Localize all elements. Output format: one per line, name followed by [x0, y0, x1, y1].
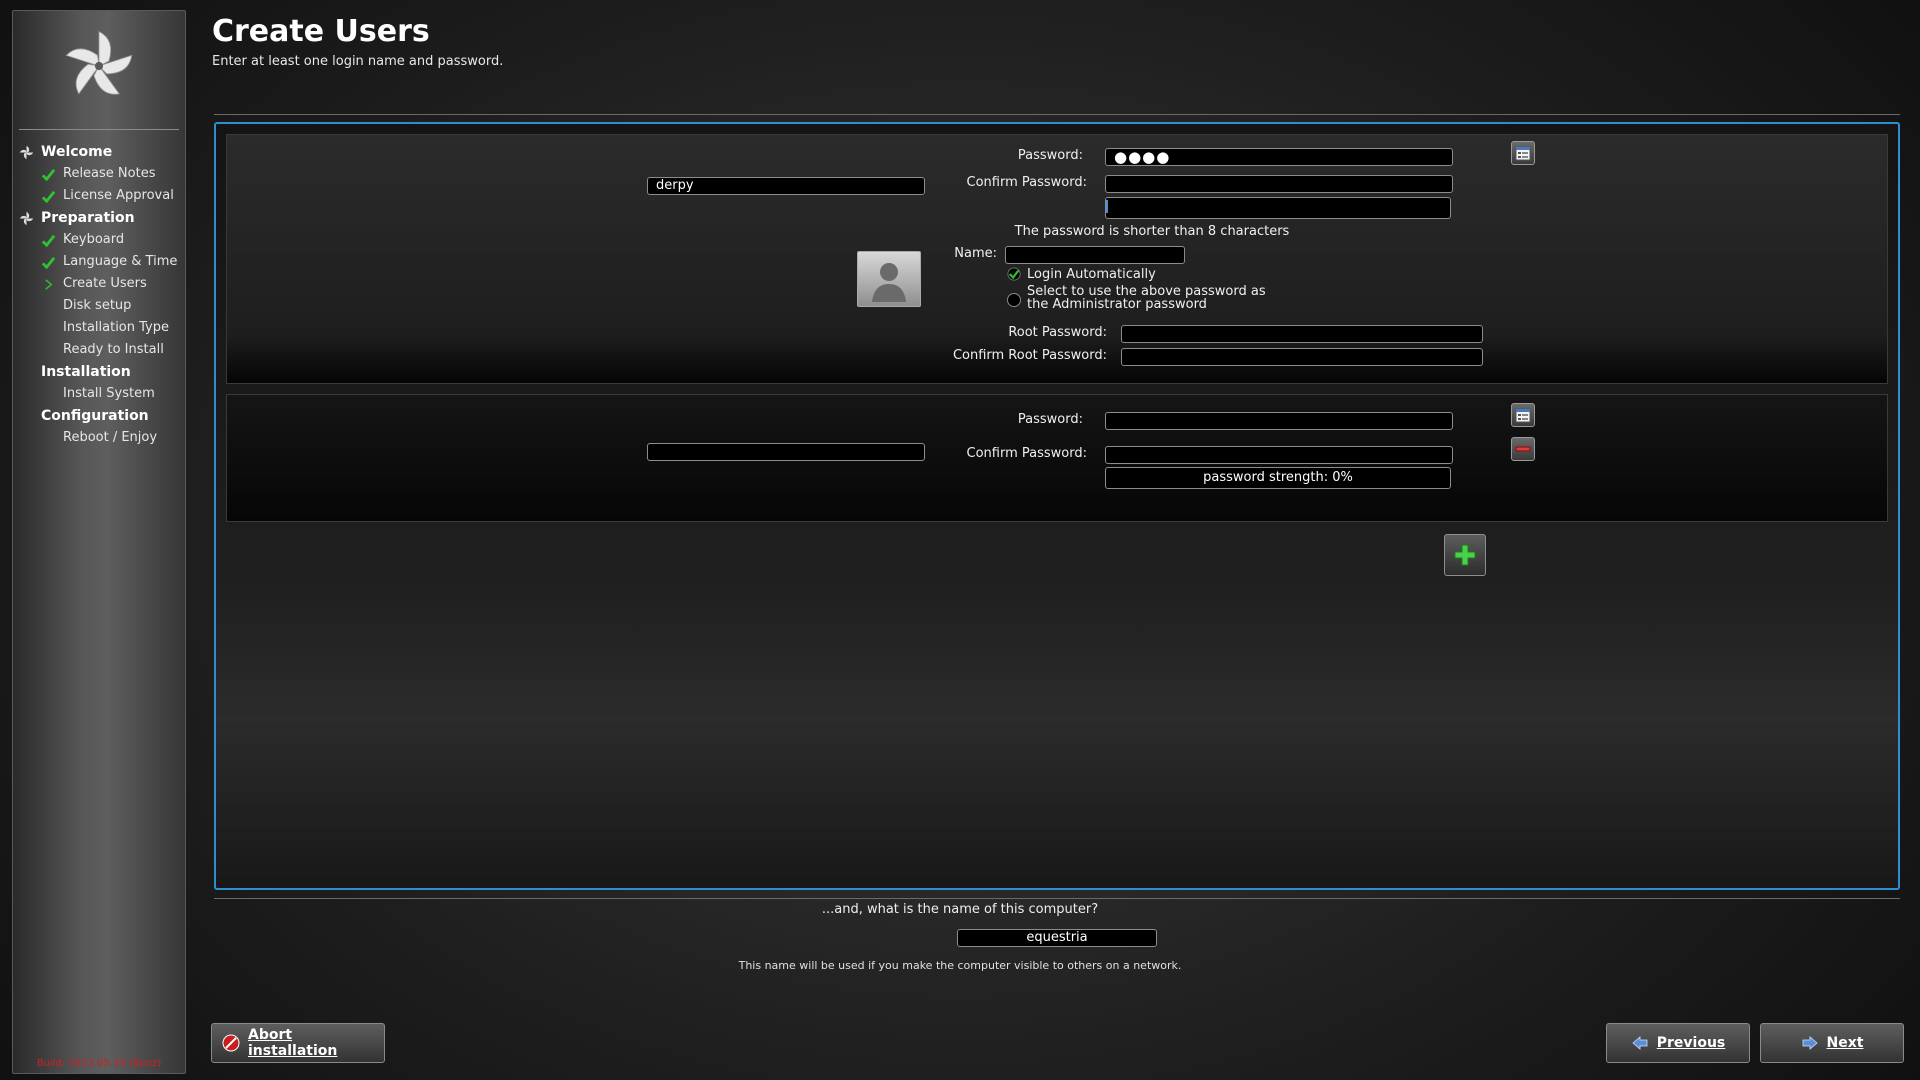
advanced-settings-button[interactable]: [1511, 403, 1535, 427]
sidebar-item-label: Installation Type: [63, 320, 169, 335]
computer-name-note: This name will be used if you make the c…: [738, 959, 1182, 972]
sidebar-divider: [19, 129, 179, 130]
page-subtitle: Enter at least one login name and passwo…: [212, 54, 504, 69]
details-icon: [1515, 146, 1531, 161]
footer-divider: [214, 898, 1900, 899]
sidebar-item-release-notes[interactable]: Release Notes: [13, 163, 185, 185]
computer-name-question: ...and, what is the name of this compute…: [821, 902, 1099, 917]
sidebar-item-label: License Approval: [63, 188, 174, 203]
sidebar-item-label: Install System: [63, 386, 155, 401]
password-strength-field: password strength: 0%: [1105, 467, 1451, 489]
step-list: Welcome Release Notes License Approval P…: [13, 141, 185, 449]
sidebar-section-label: Preparation: [41, 210, 135, 226]
abort-installation-label: Abort installation: [248, 1027, 338, 1059]
sidebar-section-configuration: Configuration: [13, 405, 185, 427]
sidebar-section-label: Welcome: [41, 144, 113, 160]
add-user-icon: [1454, 544, 1476, 566]
sidebar-item-keyboard[interactable]: Keyboard: [13, 229, 185, 251]
sidebar-item-label: Reboot / Enjoy: [63, 430, 158, 445]
sidebar-item-install-system[interactable]: Install System: [13, 383, 185, 405]
pinwheel-icon: [19, 211, 34, 226]
sidebar-item-language-time[interactable]: Language & Time: [13, 251, 185, 273]
details-icon: [1515, 408, 1531, 423]
sidebar-section-welcome: Welcome: [13, 141, 185, 163]
confirm-password-input[interactable]: [1105, 175, 1453, 193]
arrow-left-icon: [1632, 1036, 1648, 1050]
remove-user-icon: [1515, 446, 1531, 452]
computer-name-input[interactable]: equestria: [957, 929, 1157, 947]
build-label: Build: 2013.05.19 (Benz): [36, 1058, 162, 1069]
password-input[interactable]: ●●●●: [1105, 148, 1453, 166]
pinwheel-icon: [19, 145, 34, 160]
sidebar-section-label: Configuration: [41, 408, 149, 424]
check-icon: [41, 234, 56, 248]
admin-password-line-2: the Administrator password: [1027, 297, 1207, 312]
user-card-1: User name derpy Password: ●●●● Confirm P…: [226, 134, 1888, 384]
check-icon: [41, 168, 56, 182]
login-automatically-label: Login Automatically: [1027, 267, 1156, 282]
full-name-label: Name:: [954, 246, 997, 261]
sidebar-item-create-users[interactable]: Create Users: [13, 273, 185, 295]
check-icon: [41, 190, 56, 204]
user-silhouette-icon: [872, 263, 906, 302]
next-button[interactable]: Next: [1760, 1023, 1904, 1063]
admin-password-label: Select to use the above password as the …: [1027, 285, 1266, 311]
previous-label: Previous: [1656, 1035, 1726, 1051]
pinwheel-logo-icon: [65, 30, 133, 95]
arrow-right-icon: [1802, 1036, 1818, 1050]
password-warning: The password is shorter than 8 character…: [1014, 224, 1290, 239]
admin-password-radio[interactable]: [1007, 293, 1021, 307]
check-icon: [41, 256, 56, 270]
sidebar-item-ready-to-install[interactable]: Ready to Install: [13, 339, 185, 361]
password-input[interactable]: [1105, 412, 1453, 430]
header-divider: [214, 114, 1900, 115]
abort-installation-button[interactable]: Abort installation: [211, 1023, 385, 1063]
add-user-button[interactable]: [1444, 534, 1486, 576]
sidebar-section-installation: Installation: [13, 361, 185, 383]
login-automatically-checkbox[interactable]: [1007, 267, 1021, 281]
confirm-password-label: Confirm Password:: [966, 446, 1087, 461]
root-password-input[interactable]: [1121, 325, 1483, 343]
next-label: Next: [1826, 1035, 1864, 1051]
sidebar-item-installation-type[interactable]: Installation Type: [13, 317, 185, 339]
sidebar-item-license-approval[interactable]: License Approval: [13, 185, 185, 207]
sidebar-item-label: Disk setup: [63, 298, 132, 313]
abort-icon: [222, 1034, 240, 1052]
previous-button[interactable]: Previous: [1606, 1023, 1750, 1063]
avatar[interactable]: [857, 251, 921, 307]
sidebar-item-label: Create Users: [63, 276, 147, 291]
confirm-password-input[interactable]: [1105, 446, 1453, 464]
password-label: Password:: [1017, 148, 1083, 163]
user-card-2: User name Password: Confirm Password: pa…: [226, 394, 1888, 522]
page-title: Create Users: [212, 14, 430, 49]
advanced-settings-button[interactable]: [1511, 141, 1535, 165]
confirm-password-label: Confirm Password:: [966, 175, 1087, 190]
password-strength-field[interactable]: [1105, 197, 1451, 219]
sidebar-item-label: Language & Time: [63, 254, 178, 269]
confirm-root-password-input[interactable]: [1121, 348, 1483, 366]
confirm-root-password-label: Confirm Root Password:: [952, 348, 1107, 363]
sidebar-item-label: Ready to Install: [63, 342, 164, 357]
arrow-right-icon: [45, 279, 53, 290]
sidebar-item-label: Keyboard: [63, 232, 125, 247]
full-name-input[interactable]: [1005, 246, 1185, 264]
remove-user-button[interactable]: [1511, 437, 1535, 461]
sidebar-section-preparation: Preparation: [13, 207, 185, 229]
sidebar-item-reboot-enjoy[interactable]: Reboot / Enjoy: [13, 427, 185, 449]
root-password-label: Root Password:: [1008, 325, 1107, 340]
sidebar-section-label: Installation: [41, 364, 131, 380]
users-panel: User name derpy Password: ●●●● Confirm P…: [214, 122, 1900, 890]
sidebar-item-label: Release Notes: [63, 166, 156, 181]
password-label: Password:: [1017, 412, 1083, 427]
sidebar-item-disk-setup[interactable]: Disk setup: [13, 295, 185, 317]
